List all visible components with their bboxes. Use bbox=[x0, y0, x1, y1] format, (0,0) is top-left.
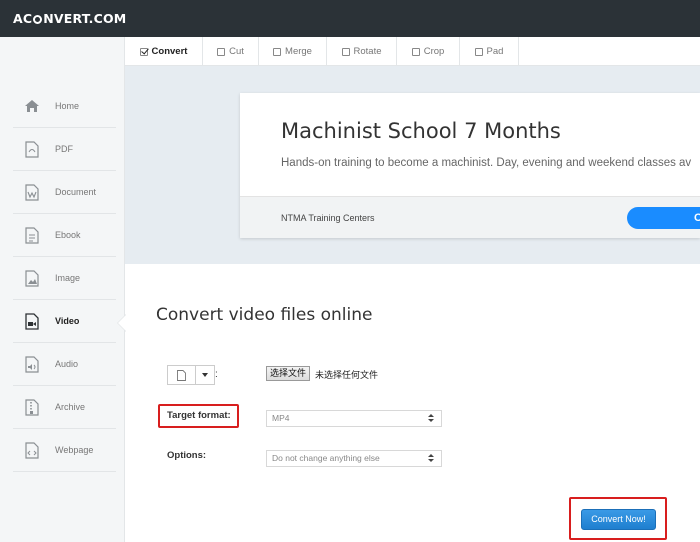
ad-description: Hands-on training to become a machinist.… bbox=[281, 157, 692, 169]
home-icon bbox=[21, 95, 43, 117]
source-dropdown-toggle[interactable] bbox=[195, 366, 214, 384]
chevron-down-icon bbox=[202, 373, 208, 377]
tab-label: Crop bbox=[423, 46, 445, 57]
checkbox-icon bbox=[217, 47, 226, 56]
ad-card[interactable]: Machinist School 7 Months Hands-on train… bbox=[240, 93, 700, 238]
sidebar-item-document[interactable]: Document bbox=[13, 171, 116, 214]
tab-label: Merge bbox=[285, 46, 312, 57]
tab-label: Convert bbox=[151, 46, 188, 57]
select-arrows-icon bbox=[428, 414, 434, 424]
checkbox-icon bbox=[341, 47, 350, 56]
tab-label: Cut bbox=[229, 46, 244, 57]
logo-ring-icon bbox=[33, 15, 43, 24]
source-colon: : bbox=[215, 369, 218, 380]
select-arrows-icon bbox=[428, 454, 434, 464]
ad-footer: NTMA Training Centers O bbox=[240, 196, 700, 238]
tab-pad[interactable]: Pad bbox=[460, 37, 519, 66]
checkbox-icon bbox=[474, 47, 483, 56]
target-format-value: MP4 bbox=[272, 413, 290, 423]
sidebar-item-label: Image bbox=[55, 273, 81, 283]
sidebar-item-archive[interactable]: Archive bbox=[13, 386, 116, 429]
checkbox-icon bbox=[411, 47, 420, 56]
active-indicator-arrow bbox=[118, 315, 126, 331]
ad-title[interactable]: Machinist School 7 Months bbox=[281, 119, 561, 143]
checkbox-checked-icon bbox=[139, 47, 148, 56]
logo-text-left: AC bbox=[13, 11, 33, 26]
sidebar-item-label: Webpage bbox=[55, 445, 94, 455]
operation-tabs: Convert Cut Merge Rotate Crop Pad bbox=[125, 37, 700, 66]
tab-label: Rotate bbox=[353, 46, 382, 57]
tab-convert[interactable]: Convert bbox=[125, 37, 203, 66]
archive-icon bbox=[21, 396, 43, 418]
pdf-icon bbox=[21, 138, 43, 160]
webpage-icon bbox=[21, 439, 43, 461]
audio-icon bbox=[21, 353, 43, 375]
ebook-icon bbox=[21, 224, 43, 246]
video-icon bbox=[21, 310, 43, 332]
sidebar-item-home[interactable]: Home bbox=[13, 85, 116, 128]
file-icon[interactable] bbox=[168, 366, 195, 384]
sidebar-item-image[interactable]: Image bbox=[13, 257, 116, 300]
tab-merge[interactable]: Merge bbox=[259, 37, 327, 66]
top-bar: AC NVERT.COM bbox=[0, 0, 700, 37]
sidebar-item-video[interactable]: Video bbox=[13, 300, 116, 343]
sidebar: Home PDF Document Ebook Image Video Audi… bbox=[0, 37, 125, 542]
tab-rotate[interactable]: Rotate bbox=[327, 37, 397, 66]
sidebar-item-label: Video bbox=[55, 316, 80, 326]
tab-cut[interactable]: Cut bbox=[203, 37, 259, 66]
sidebar-item-label: Home bbox=[55, 101, 80, 111]
convert-now-button[interactable]: Convert Now! bbox=[581, 509, 656, 530]
sidebar-item-pdf[interactable]: PDF bbox=[13, 128, 116, 171]
tab-label: Pad bbox=[486, 46, 504, 57]
sidebar-item-audio[interactable]: Audio bbox=[13, 343, 116, 386]
sidebar-item-ebook[interactable]: Ebook bbox=[13, 214, 116, 257]
target-format-label: Target format: bbox=[167, 410, 231, 421]
checkbox-icon bbox=[273, 47, 282, 56]
ad-company: NTMA Training Centers bbox=[281, 213, 375, 223]
options-label: Options: bbox=[167, 450, 207, 461]
tab-crop[interactable]: Crop bbox=[397, 37, 460, 66]
sidebar-item-webpage[interactable]: Webpage bbox=[13, 429, 116, 472]
page-title: Convert video files online bbox=[156, 305, 373, 325]
site-logo[interactable]: AC NVERT.COM bbox=[13, 11, 126, 26]
sidebar-item-label: PDF bbox=[55, 144, 73, 154]
target-format-select[interactable]: MP4 bbox=[266, 410, 442, 427]
sidebar-item-label: Archive bbox=[55, 402, 86, 412]
source-selector[interactable] bbox=[167, 365, 215, 385]
sidebar-item-label: Ebook bbox=[55, 230, 81, 240]
options-select[interactable]: Do not change anything else bbox=[266, 450, 442, 467]
options-value: Do not change anything else bbox=[272, 453, 380, 463]
sidebar-item-label: Document bbox=[55, 187, 97, 197]
image-icon bbox=[21, 267, 43, 289]
logo-text-right: NVERT.COM bbox=[43, 11, 127, 26]
file-status: 未选择任何文件 bbox=[315, 370, 379, 380]
sidebar-item-label: Audio bbox=[55, 359, 79, 369]
document-icon bbox=[21, 181, 43, 203]
choose-file-button[interactable]: 选择文件 bbox=[266, 366, 311, 381]
ad-open-button[interactable]: O bbox=[627, 207, 700, 229]
